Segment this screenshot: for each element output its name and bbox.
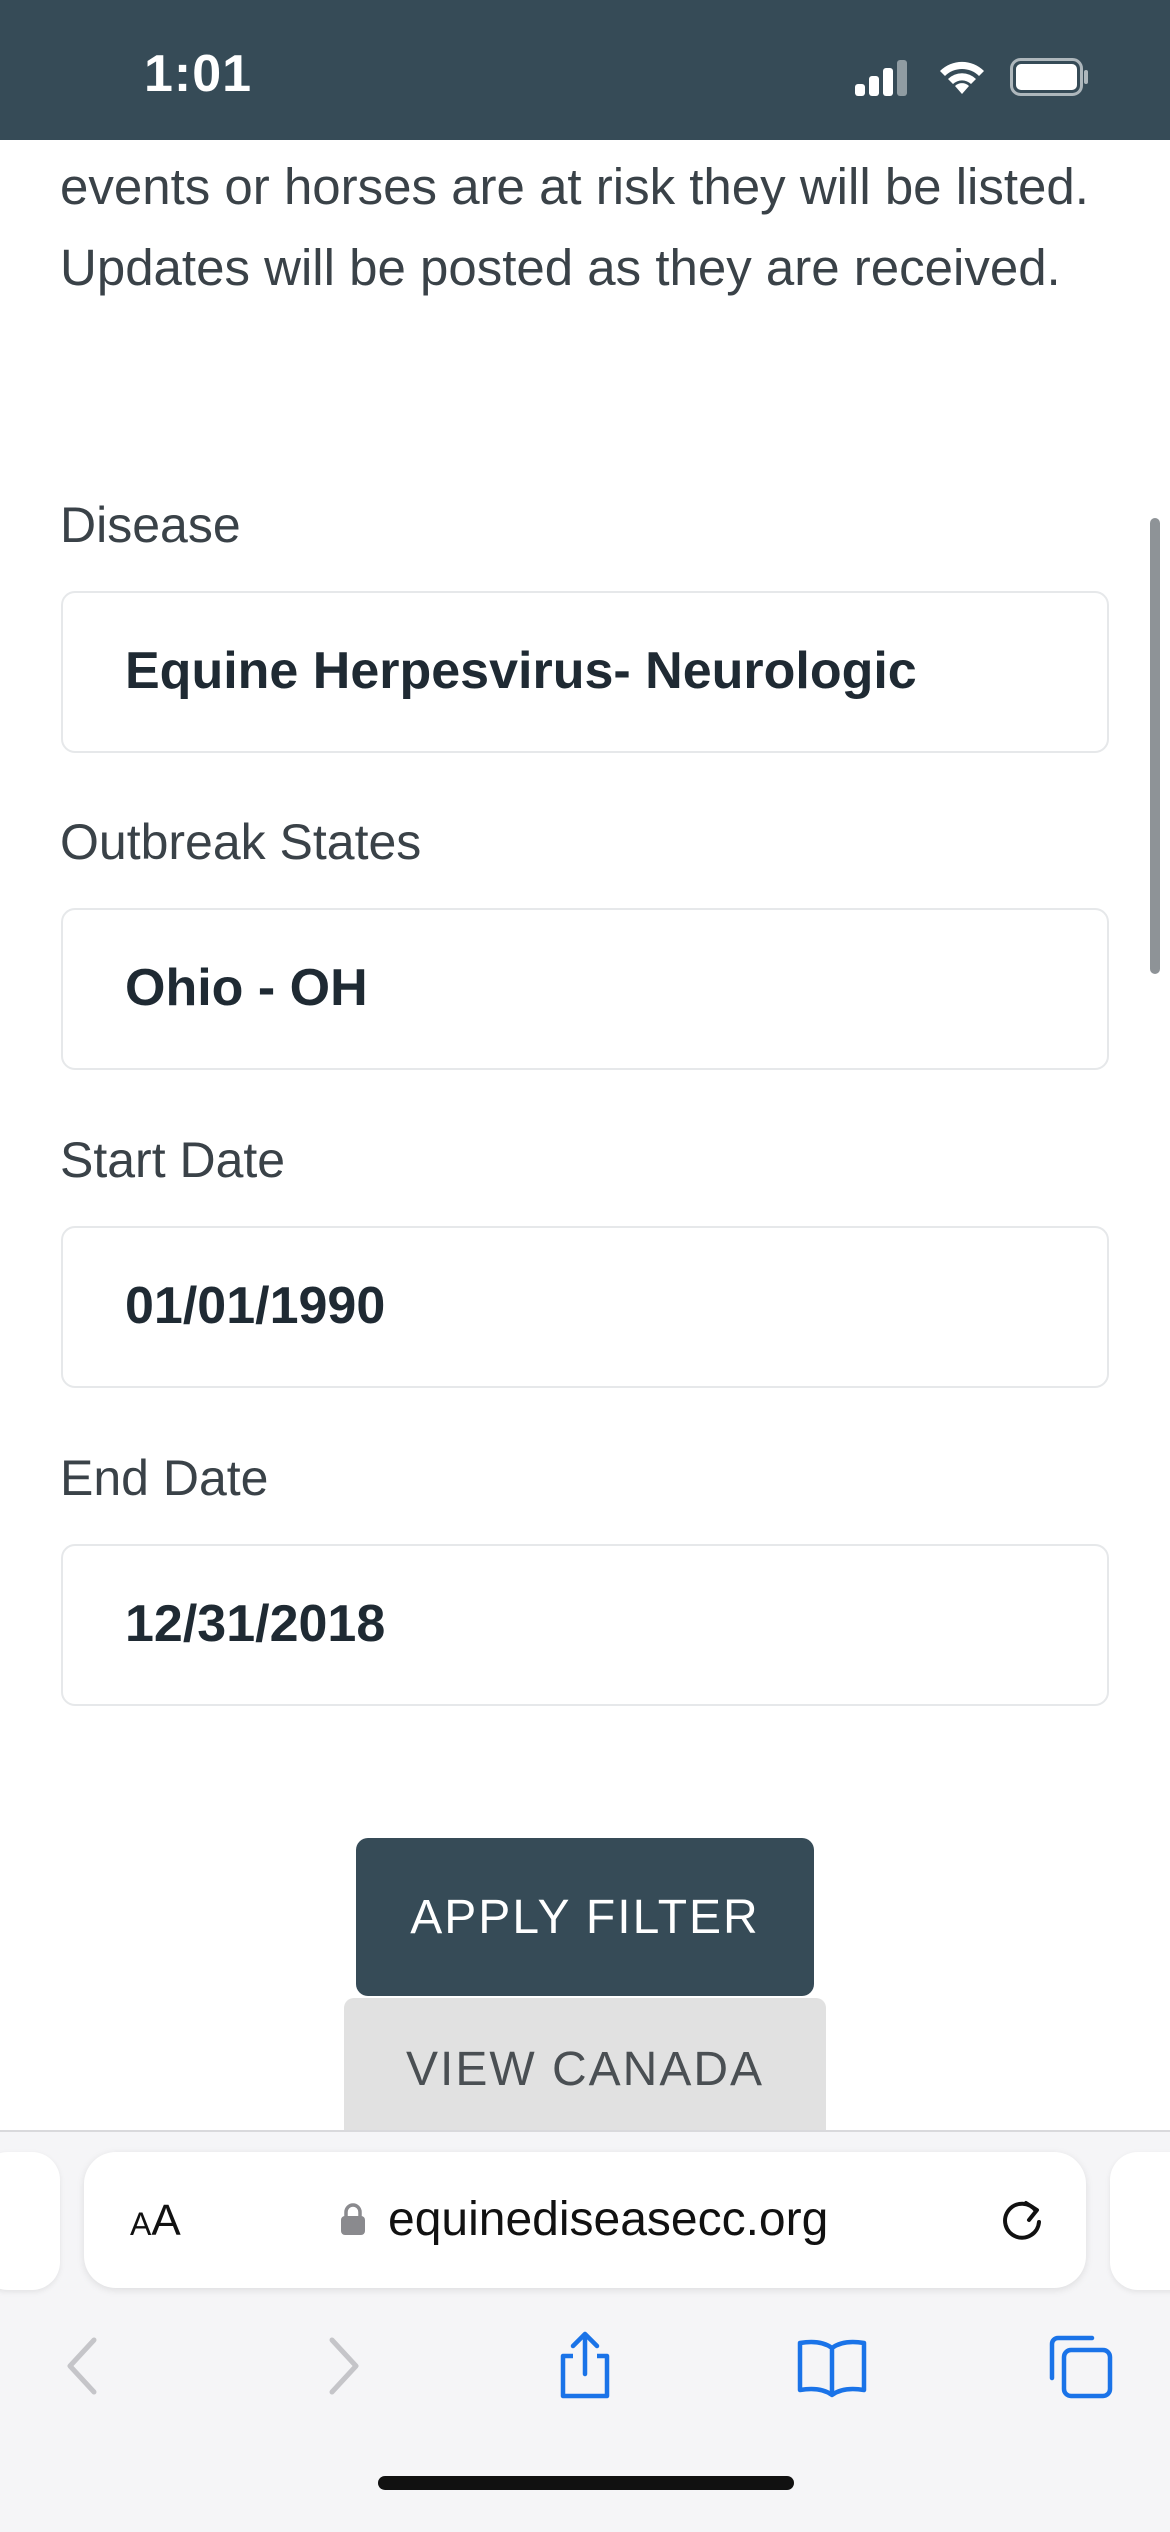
previous-tab-peek[interactable] xyxy=(0,2152,60,2290)
battery-icon xyxy=(1010,58,1088,96)
end-date-value: 12/31/2018 xyxy=(125,1595,386,1653)
forward-button[interactable] xyxy=(300,2326,380,2406)
start-date-label: Start Date xyxy=(60,1132,286,1188)
page-scrollbar[interactable] xyxy=(1150,518,1160,974)
outbreak-states-select[interactable]: Ohio - OH xyxy=(61,908,1109,1070)
share-icon xyxy=(560,2331,610,2399)
back-button[interactable] xyxy=(46,2326,126,2406)
home-indicator[interactable] xyxy=(378,2476,794,2490)
text-size-large-a: A xyxy=(151,2196,181,2245)
bookmarks-button[interactable] xyxy=(792,2326,872,2406)
view-canada-button[interactable]: VIEW CANADA xyxy=(344,1998,826,2130)
tabs-icon xyxy=(1049,2335,1113,2399)
apply-filter-button[interactable]: APPLY FILTER xyxy=(356,1838,814,1996)
status-bar: 1:01 xyxy=(0,0,1170,140)
disease-value: Equine Herpesvirus- Neurologic xyxy=(125,642,917,700)
cellular-signal-icon xyxy=(855,60,911,96)
intro-text: events or horses are at risk they will b… xyxy=(60,158,1089,296)
reload-icon[interactable] xyxy=(996,2194,1048,2246)
disease-label: Disease xyxy=(60,497,241,553)
share-button[interactable] xyxy=(545,2326,625,2406)
bookmarks-icon xyxy=(797,2339,867,2398)
text-size-small-a: A xyxy=(130,2206,152,2242)
disease-select[interactable]: Equine Herpesvirus- Neurologic xyxy=(61,591,1109,753)
next-tab-peek[interactable] xyxy=(1110,2152,1170,2290)
outbreak-states-label: Outbreak States xyxy=(60,814,422,870)
tabs-button[interactable] xyxy=(1040,2326,1120,2406)
chevron-right-icon xyxy=(329,2337,359,2395)
lock-icon xyxy=(341,2203,365,2235)
url-text: equinediseasecc.org xyxy=(388,2193,829,2246)
end-date-field[interactable]: 12/31/2018 xyxy=(61,1544,1109,1706)
chevron-left-icon xyxy=(67,2337,97,2395)
wifi-icon xyxy=(940,61,984,94)
address-bar[interactable]: AA equinediseasecc.org xyxy=(84,2152,1086,2288)
start-date-value: 01/01/1990 xyxy=(125,1277,386,1335)
outbreak-states-value: Ohio - OH xyxy=(125,959,368,1017)
start-date-field[interactable]: 01/01/1990 xyxy=(61,1226,1109,1388)
text-size-button[interactable]: AA xyxy=(130,2196,181,2246)
status-time: 1:01 xyxy=(144,45,253,103)
end-date-label: End Date xyxy=(60,1450,269,1506)
